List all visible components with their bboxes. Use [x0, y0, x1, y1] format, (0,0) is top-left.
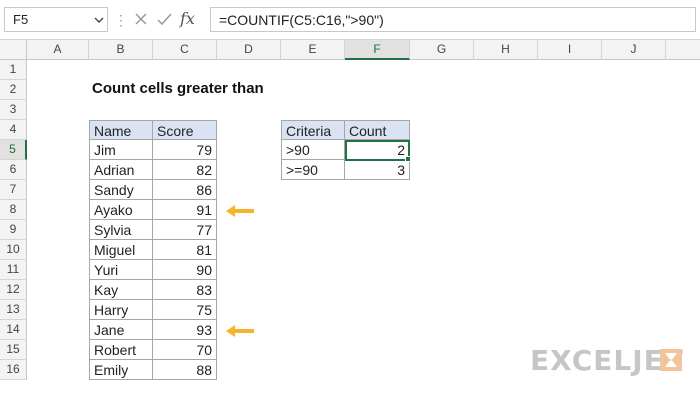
- row-header-7[interactable]: 7: [0, 180, 27, 200]
- formula-input[interactable]: =COUNTIF(C5:C16,">90"): [210, 7, 696, 32]
- name-cell[interactable]: Adrian: [89, 160, 153, 180]
- row-header-10[interactable]: 10: [0, 240, 27, 260]
- score-cell[interactable]: 90: [153, 260, 217, 280]
- formula-bar: F5 ⋮ fx =COUNTIF(C5:C16,">90"): [0, 0, 700, 40]
- table-header-score: Score: [153, 120, 217, 140]
- more-options-icon[interactable]: ⋮: [114, 8, 128, 32]
- insert-function-icon[interactable]: fx: [180, 9, 195, 28]
- row-header-14[interactable]: 14: [0, 320, 27, 340]
- chevron-down-icon[interactable]: [91, 10, 107, 30]
- row-header-16[interactable]: 16: [0, 360, 27, 380]
- row-header-11[interactable]: 11: [0, 260, 27, 280]
- column-header-j[interactable]: J: [602, 40, 666, 60]
- score-cell[interactable]: 82: [153, 160, 217, 180]
- name-box-value: F5: [13, 12, 29, 27]
- row-header-9[interactable]: 9: [0, 220, 27, 240]
- score-cell[interactable]: 88: [153, 360, 217, 380]
- name-cell[interactable]: Emily: [89, 360, 153, 380]
- row-header-8[interactable]: 8: [0, 200, 27, 220]
- name-cell[interactable]: Ayako: [89, 200, 153, 220]
- column-header-d[interactable]: D: [217, 40, 281, 60]
- name-cell[interactable]: Sylvia: [89, 220, 153, 240]
- score-cell[interactable]: 83: [153, 280, 217, 300]
- fill-handle[interactable]: [405, 156, 411, 162]
- row-header-3[interactable]: 3: [0, 100, 27, 120]
- row-header-1[interactable]: 1: [0, 60, 27, 80]
- name-cell[interactable]: Kay: [89, 280, 153, 300]
- column-header-partial: [666, 40, 700, 60]
- score-cell[interactable]: 93: [153, 320, 217, 340]
- row-header-6[interactable]: 6: [0, 160, 27, 180]
- name-cell[interactable]: Yuri: [89, 260, 153, 280]
- row-header-4[interactable]: 4: [0, 120, 27, 140]
- score-cell[interactable]: 77: [153, 220, 217, 240]
- table-header-name: Name: [89, 120, 153, 140]
- criteria-cell[interactable]: >=90: [281, 160, 345, 180]
- column-header-f[interactable]: F: [345, 40, 410, 60]
- column-header-b[interactable]: B: [89, 40, 153, 60]
- select-all-corner[interactable]: [0, 40, 27, 60]
- table-header-criteria: Criteria: [281, 120, 345, 140]
- score-cell[interactable]: 81: [153, 240, 217, 260]
- column-header-a[interactable]: A: [27, 40, 89, 60]
- row-header-2[interactable]: 2: [0, 80, 27, 100]
- cancel-icon[interactable]: [135, 13, 147, 25]
- enter-check-icon[interactable]: [157, 13, 172, 26]
- column-header-i[interactable]: I: [538, 40, 602, 60]
- row-header-13[interactable]: 13: [0, 300, 27, 320]
- score-cell[interactable]: 91: [153, 200, 217, 220]
- column-header-c[interactable]: C: [153, 40, 217, 60]
- name-cell[interactable]: Harry: [89, 300, 153, 320]
- table-header-count: Count: [345, 120, 410, 140]
- name-cell[interactable]: Miguel: [89, 240, 153, 260]
- name-box[interactable]: F5: [4, 7, 108, 32]
- formula-buttons: fx: [128, 7, 204, 32]
- formula-text: =COUNTIF(C5:C16,">90"): [219, 12, 384, 28]
- name-cell[interactable]: Jane: [89, 320, 153, 340]
- name-cell[interactable]: Sandy: [89, 180, 153, 200]
- score-cell[interactable]: 70: [153, 340, 217, 360]
- row-header-5[interactable]: 5: [0, 140, 27, 160]
- score-cell[interactable]: 86: [153, 180, 217, 200]
- exceljet-logo-icon: [660, 349, 682, 371]
- row-header-12[interactable]: 12: [0, 280, 27, 300]
- score-cell[interactable]: 79: [153, 140, 217, 160]
- arrow-left-icon: [226, 325, 254, 337]
- name-cell[interactable]: Robert: [89, 340, 153, 360]
- column-header-e[interactable]: E: [281, 40, 345, 60]
- column-header-h[interactable]: H: [474, 40, 538, 60]
- name-cell[interactable]: Jim: [89, 140, 153, 160]
- column-header-g[interactable]: G: [410, 40, 474, 60]
- row-header-15[interactable]: 15: [0, 340, 27, 360]
- score-cell[interactable]: 75: [153, 300, 217, 320]
- sheet-title: Count cells greater than: [92, 80, 264, 97]
- active-cell-border: [345, 140, 410, 161]
- criteria-cell[interactable]: >90: [281, 140, 345, 160]
- arrow-left-icon: [226, 205, 254, 217]
- count-cell[interactable]: 3: [345, 160, 410, 180]
